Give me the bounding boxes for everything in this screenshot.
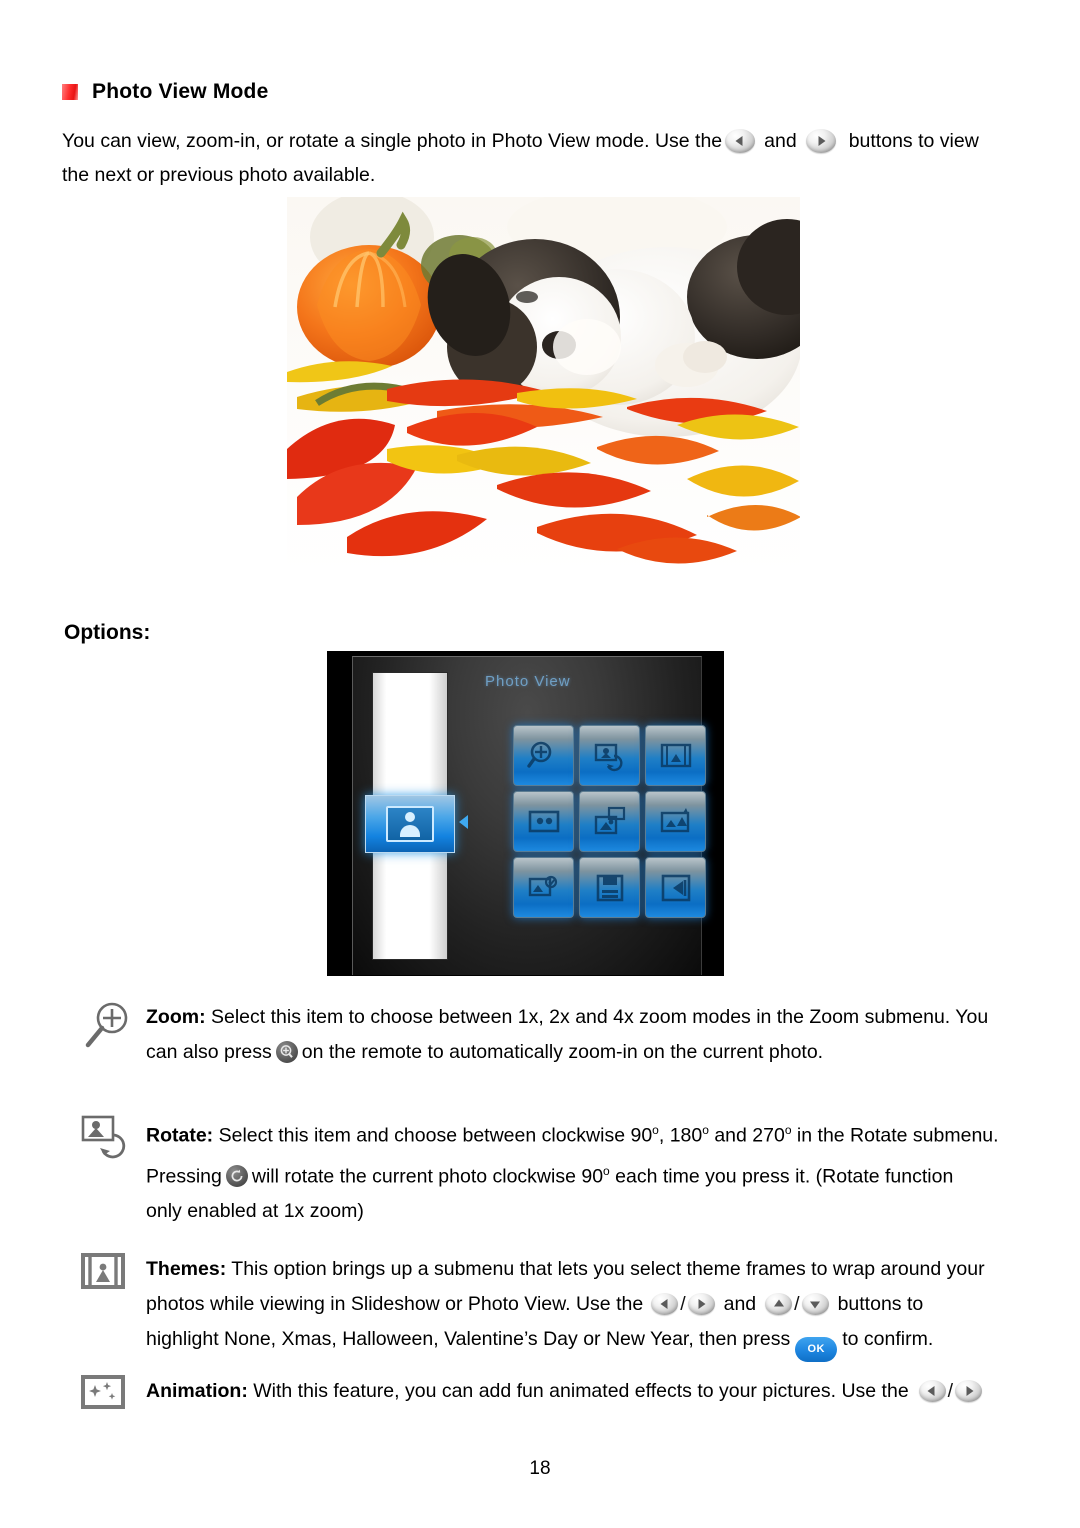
animation-lead: Animation:	[146, 1380, 248, 1402]
themes-frame-icon	[80, 1252, 136, 1302]
rotate-lead: Rotate:	[146, 1124, 214, 1147]
grid-button-copy[interactable]	[579, 791, 640, 852]
section-heading: Photo View Mode	[62, 80, 268, 104]
grid-button-save[interactable]	[579, 857, 640, 918]
device-menu-screenshot: Photo View	[327, 651, 724, 976]
right-arrow-button-icon[interactable]	[687, 1293, 715, 1315]
grid-button-rotate[interactable]	[579, 725, 640, 786]
option-rotate: Rotate: Select this item and choose betw…	[62, 1113, 1037, 1229]
slash-separator-2: /	[794, 1293, 800, 1315]
slash-separator-3: /	[947, 1380, 954, 1402]
ok-button[interactable]: OK	[795, 1337, 838, 1362]
intro-line-1: You can view, zoom-in, or rotate a singl…	[62, 124, 1022, 158]
themes-line-3: highlight None, Xmas, Halloween, Valenti…	[146, 1322, 1037, 1362]
right-arrow-button-icon-2[interactable]	[955, 1380, 983, 1402]
prev-photo-button-icon[interactable]	[725, 129, 756, 153]
zoom-line-2: can also press on the remote to automatic…	[146, 1035, 1037, 1070]
photo-example-image	[287, 197, 800, 574]
degree-symbol-4: o	[603, 1163, 610, 1178]
themes-text-3b: to confirm.	[842, 1328, 934, 1350]
animation-text-1a: With this feature, you can add fun anima…	[253, 1380, 909, 1402]
zoom-lead: Zoom:	[146, 1006, 206, 1028]
rotate-text-2c: each time you press it. (Rotate function	[609, 1165, 954, 1187]
zoom-text-1: Select this item to choose between 1x, 2…	[211, 1006, 989, 1028]
intro-text-a: You can view, zoom-in, or rotate a singl…	[62, 130, 723, 152]
grid-button-effects[interactable]	[513, 857, 574, 918]
themes-text-2b: and	[723, 1293, 757, 1315]
device-screen: Photo View	[352, 656, 706, 975]
left-arrow-button-icon[interactable]	[651, 1293, 679, 1315]
intro-text-c: buttons to view	[848, 130, 979, 152]
rotate-text-2b: will rotate the current photo clockwise …	[251, 1165, 604, 1187]
grid-button-animation[interactable]	[645, 791, 706, 852]
rotate-line-1: Rotate: Select this item and choose betw…	[146, 1113, 1037, 1154]
remote-zoom-button-icon[interactable]	[275, 1041, 298, 1063]
down-arrow-button-icon[interactable]	[801, 1293, 829, 1315]
intro-paragraph: You can view, zoom-in, or rotate a singl…	[62, 124, 1022, 192]
option-rotate-text: Rotate: Select this item and choose betw…	[146, 1113, 1037, 1229]
rotate-photo-icon	[80, 1113, 136, 1163]
degree-symbol-1: o	[652, 1123, 659, 1137]
left-arrow-button-icon-2[interactable]	[918, 1380, 946, 1402]
rotate-line-3: only enabled at 1x zoom)	[146, 1200, 364, 1222]
intro-line-2: the next or previous photo available.	[62, 164, 376, 186]
rotate-text-1a: Select this item and choose between cloc…	[218, 1124, 653, 1147]
next-photo-button-icon[interactable]	[805, 129, 836, 153]
degree-symbol-3: o	[784, 1123, 792, 1137]
sidebar-item-photo-view[interactable]	[365, 795, 455, 853]
themes-text-1: This option brings up a submenu that let…	[231, 1258, 985, 1280]
device-menu-title: Photo View	[485, 673, 571, 690]
photo-portrait-icon	[386, 806, 434, 842]
bullet-square-icon	[62, 84, 78, 100]
option-themes-text: Themes: This option brings up a submenu …	[146, 1252, 1037, 1362]
zoom-magnifier-plus-icon	[80, 1000, 136, 1050]
remote-rotate-button-icon[interactable]	[225, 1165, 248, 1187]
zoom-text-2a: can also press	[146, 1041, 272, 1063]
grid-button-themes[interactable]	[645, 725, 706, 786]
options-label: Options:	[64, 621, 151, 644]
rotate-text-1b: , 180	[658, 1124, 703, 1147]
up-arrow-button-icon[interactable]	[765, 1293, 793, 1315]
option-animation-text: Animation: With this feature, you can ad…	[146, 1374, 1037, 1409]
zoom-text-2b: on the remote to automatically zoom-in o…	[301, 1041, 824, 1063]
rotate-line-2: Pressing will rotate the current photo cl…	[146, 1154, 1037, 1195]
grid-button-zoom[interactable]	[513, 725, 574, 786]
document-page: Photo View Mode You can view, zoom-in, o…	[0, 0, 1080, 1528]
themes-text-2a: photos while viewing in Slideshow or Pho…	[146, 1293, 644, 1315]
rotate-text-1c: and 270	[708, 1124, 785, 1147]
rotate-text-1d: in the Rotate submenu.	[791, 1124, 999, 1147]
slash-separator-1: /	[680, 1293, 686, 1315]
themes-text-3a: highlight None, Xmas, Halloween, Valenti…	[146, 1328, 791, 1350]
themes-line-1: Themes: This option brings up a submenu …	[146, 1252, 1037, 1287]
themes-text-2c: buttons to	[837, 1293, 924, 1315]
rotate-text-2a: Pressing	[146, 1165, 222, 1187]
option-animation: Animation: With this feature, you can ad…	[62, 1374, 1037, 1409]
intro-text-b: and	[764, 130, 797, 152]
option-zoom: Zoom: Select this item to choose between…	[62, 1000, 1037, 1070]
selection-arrow-icon	[459, 815, 468, 829]
grid-button-exit[interactable]	[645, 857, 706, 918]
grid-button-slideshow[interactable]	[513, 791, 574, 852]
option-themes: Themes: This option brings up a submenu …	[62, 1252, 1037, 1362]
page-title: Photo View Mode	[92, 80, 269, 103]
device-icon-grid	[513, 725, 706, 918]
themes-line-2: photos while viewing in Slideshow or Pho…	[146, 1287, 1037, 1322]
zoom-line-1: Zoom: Select this item to choose between…	[146, 1000, 1037, 1035]
option-zoom-text: Zoom: Select this item to choose between…	[146, 1000, 1037, 1070]
animation-line-1: Animation: With this feature, you can ad…	[146, 1374, 1037, 1409]
themes-lead: Themes:	[146, 1258, 227, 1280]
animation-stars-icon	[80, 1374, 136, 1424]
degree-symbol-2: o	[702, 1123, 709, 1137]
page-number: 18	[529, 1458, 551, 1479]
